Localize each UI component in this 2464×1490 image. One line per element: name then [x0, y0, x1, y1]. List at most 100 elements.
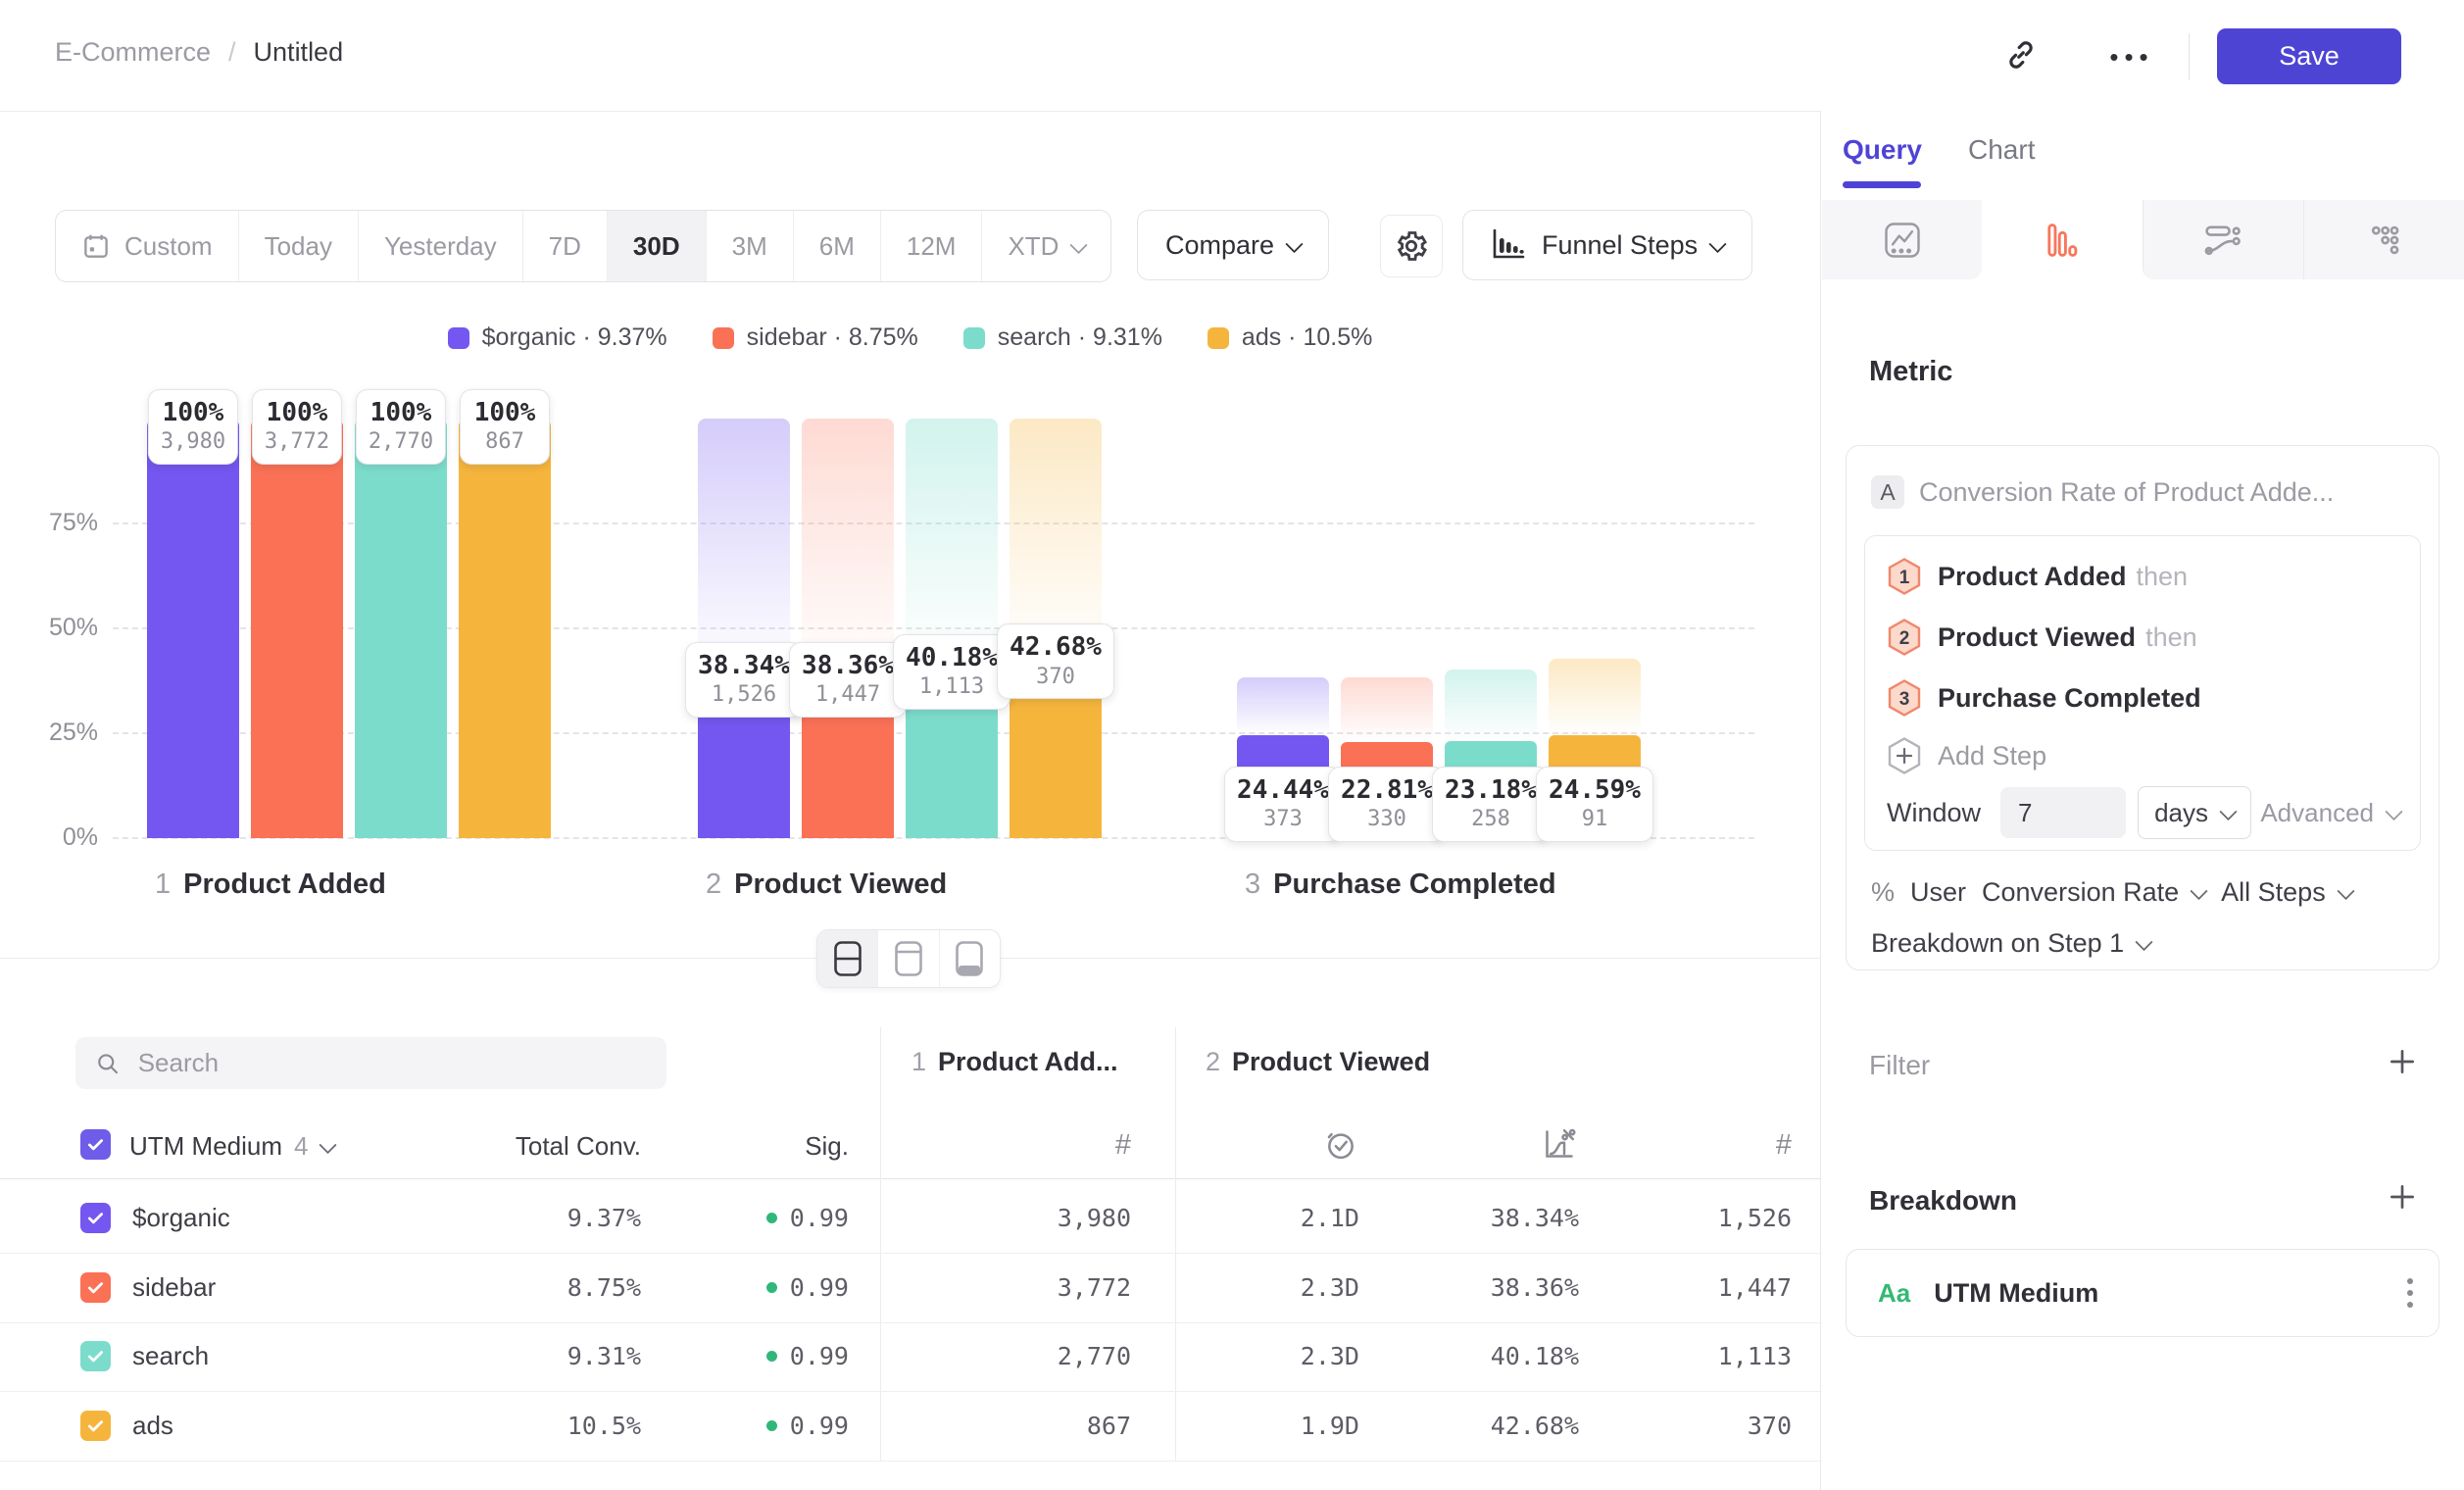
- step-hexagon-badge: 1: [1887, 557, 1922, 596]
- breakdown-item-utm-medium[interactable]: Aa UTM Medium: [1846, 1249, 2439, 1337]
- funnel-bar-organic-step1[interactable]: [147, 419, 239, 838]
- chart-only-icon: [894, 940, 923, 977]
- add-filter-button[interactable]: [2383, 1042, 2422, 1081]
- step-label: Product Add...: [938, 1047, 1118, 1077]
- tab-query[interactable]: Query: [1843, 134, 1922, 166]
- bar-count: 91: [1549, 806, 1641, 833]
- window-value-input[interactable]: [2000, 787, 2126, 838]
- measure-metric-dropdown[interactable]: Conversion Rate: [1982, 877, 2205, 908]
- bar-pct: 23.18%: [1445, 775, 1537, 806]
- chevron-down-icon: [2190, 882, 2207, 900]
- bar-count: 3,980: [161, 428, 225, 456]
- row-label: ads: [132, 1391, 173, 1461]
- search-input[interactable]: [136, 1047, 647, 1079]
- bar-count: 373: [1237, 806, 1329, 833]
- report-type-tabs: [1822, 200, 2464, 279]
- cell-significance: 0.99: [766, 1391, 849, 1461]
- cell-total-conv: 10.5%: [567, 1391, 641, 1461]
- tab-flows[interactable]: [2143, 200, 2303, 279]
- funnel-bar-ads-step1[interactable]: [459, 419, 551, 838]
- copy-link-icon[interactable]: [1999, 33, 2043, 76]
- table-step2-header: 2 Product Viewed: [1206, 1047, 1430, 1077]
- row-checkbox[interactable]: [80, 1411, 111, 1441]
- row-label: sidebar: [132, 1253, 216, 1322]
- bar-pct: 40.18%: [906, 643, 998, 673]
- bar-pct: 22.81%: [1341, 775, 1433, 806]
- advanced-toggle[interactable]: Advanced: [2260, 798, 2400, 828]
- step-hexagon-badge: 3: [1887, 678, 1922, 718]
- cell-step2-conv: 38.36%: [1491, 1253, 1579, 1322]
- window-unit-select[interactable]: days: [2138, 786, 2251, 839]
- string-property-icon: Aa: [1878, 1278, 1910, 1309]
- row-checkbox[interactable]: [80, 1341, 111, 1371]
- metric-step-2[interactable]: 2Product Viewedthen: [1865, 607, 2420, 668]
- measure-scope-dropdown[interactable]: All Steps: [2221, 877, 2352, 908]
- metric-step-then: then: [2137, 562, 2189, 592]
- table-row-search: search9.31%0.992,7702.3D40.18%1,113: [0, 1321, 1820, 1392]
- table-header-border: [0, 1178, 1820, 1179]
- cell-total-conv: 9.37%: [567, 1183, 641, 1253]
- save-button[interactable]: Save: [2217, 28, 2401, 84]
- funnel-bar-sidebar-step1[interactable]: [251, 419, 343, 838]
- time-to-convert-icon: [1305, 1123, 1359, 1167]
- search-box: [75, 1037, 666, 1089]
- bar-value-label: 24.59%91: [1536, 767, 1653, 842]
- tab-retention[interactable]: [2303, 200, 2464, 279]
- funnel-dropoff-bar: [802, 419, 894, 677]
- metric-step-label: Product Added: [1938, 562, 2127, 592]
- metric-step-1[interactable]: 1 Product Added then: [1865, 546, 2420, 607]
- metric-section-heading: Metric: [1869, 356, 1952, 388]
- measure-entity[interactable]: User: [1910, 877, 1966, 908]
- breakdown-on-label: Breakdown on Step 1: [1871, 928, 2124, 959]
- select-all-checkbox[interactable]: [80, 1129, 111, 1160]
- layout-split-view-button[interactable]: [817, 930, 877, 987]
- add-step-button[interactable]: Add Step: [1865, 728, 2420, 783]
- significance-value: 0.99: [790, 1342, 849, 1370]
- breakdown-on-step-dropdown[interactable]: Breakdown on Step 1: [1871, 928, 2150, 959]
- step-label: Purchase Completed: [1273, 869, 1555, 901]
- y-axis-tick: 50%: [27, 614, 98, 642]
- metric-step-then: then: [2145, 622, 2197, 653]
- breakdown-column-header[interactable]: UTM Medium 4: [129, 1131, 334, 1162]
- bar-pct: 100%: [472, 398, 537, 428]
- row-checkbox[interactable]: [80, 1272, 111, 1303]
- cell-step2-count: 370: [1748, 1391, 1792, 1461]
- chart-step-caption-2: 2Product Viewed: [706, 869, 947, 901]
- sig-header[interactable]: Sig.: [653, 1131, 849, 1162]
- significance-value: 0.99: [790, 1204, 849, 1232]
- bar-count: 2,770: [369, 428, 433, 456]
- metric-step-3[interactable]: 3Purchase Completed: [1865, 668, 2420, 728]
- total-conv-header[interactable]: Total Conv.: [396, 1131, 641, 1162]
- cell-step1-count: 2,770: [1058, 1321, 1131, 1391]
- tab-chart[interactable]: Chart: [1968, 134, 2035, 166]
- cell-step1-count: 867: [1087, 1391, 1131, 1461]
- row-label: search: [132, 1321, 209, 1391]
- filter-section-label: Filter: [1869, 1050, 1930, 1081]
- breakdown-column-name: UTM Medium: [129, 1131, 282, 1162]
- bar-count: 370: [1010, 664, 1102, 691]
- funnel-dropoff-bar: [1341, 677, 1433, 743]
- cell-step1-count: 3,772: [1058, 1253, 1131, 1322]
- cell-step2-conv: 42.68%: [1491, 1391, 1579, 1461]
- funnel-dropoff-bar: [698, 419, 790, 677]
- table-row-organic: $organic9.37%0.993,9802.1D38.34%1,526: [0, 1183, 1820, 1254]
- cell-step2-count: 1,447: [1718, 1253, 1792, 1322]
- bar-value-label: 23.18%258: [1432, 767, 1550, 842]
- tab-insights[interactable]: [1822, 200, 1982, 279]
- tab-funnels[interactable]: [1982, 200, 2142, 279]
- bar-value-label: 42.68%370: [997, 623, 1114, 699]
- bar-value-label: 100%2,770: [356, 389, 446, 465]
- funnel-dropoff-bar: [1549, 659, 1641, 734]
- retention-icon: [2362, 219, 2405, 262]
- metric-summary[interactable]: Conversion Rate of Product Adde...: [1919, 477, 2334, 508]
- funnel-bar-search-step1[interactable]: [355, 419, 447, 838]
- funnel-dropoff-bar: [1445, 670, 1537, 741]
- cell-step2-time: 2.3D: [1301, 1321, 1359, 1391]
- row-checkbox[interactable]: [80, 1203, 111, 1233]
- layout-table-only-button[interactable]: [939, 930, 1000, 987]
- layout-chart-only-button[interactable]: [877, 930, 938, 987]
- add-breakdown-button[interactable]: [2383, 1177, 2422, 1217]
- more-menu-icon[interactable]: •••: [2097, 39, 2166, 74]
- kebab-menu-icon[interactable]: [2407, 1278, 2413, 1308]
- cell-total-conv: 9.31%: [567, 1321, 641, 1391]
